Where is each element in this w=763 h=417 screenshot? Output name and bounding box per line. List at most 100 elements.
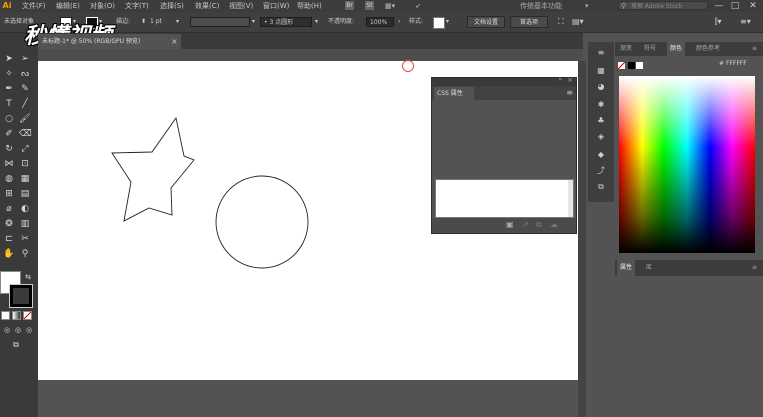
appearance-panel-icon[interactable]: ◈	[594, 130, 608, 144]
vertical-scrollbar[interactable]	[578, 61, 586, 417]
menu-select[interactable]: 选择(S)	[160, 0, 184, 12]
bridge-icon[interactable]: Br	[345, 1, 354, 10]
gpu-performance-icon[interactable]: ➶	[415, 0, 421, 12]
menu-file[interactable]: 文件(F)	[22, 0, 46, 12]
eraser-tool-icon[interactable]: ⌫	[19, 128, 32, 140]
scale-tool-icon[interactable]: ⤢	[19, 143, 31, 155]
column-graph-tool-icon[interactable]: ▥	[19, 218, 31, 230]
menu-view[interactable]: 视图(V)	[229, 0, 253, 12]
swap-fill-stroke-icon[interactable]: ⇆	[22, 271, 34, 283]
none-swatch-icon[interactable]	[618, 62, 625, 69]
profile-chevron-icon[interactable]: ▾	[252, 17, 255, 27]
generate-css-icon[interactable]: ⧉	[536, 220, 542, 230]
circle-shape[interactable]	[215, 175, 309, 269]
lasso-tool-icon[interactable]: ᔓ	[19, 68, 31, 80]
gradient-mode-icon[interactable]	[12, 311, 21, 320]
hand-tool-icon[interactable]: ✋	[3, 248, 15, 260]
css-panel-menu-icon[interactable]: ≡	[566, 87, 573, 99]
perspective-grid-tool-icon[interactable]: ▦	[19, 173, 31, 185]
css-code-area[interactable]	[435, 179, 574, 218]
blend-tool-icon[interactable]: ◐	[19, 203, 31, 215]
close-window-button[interactable]: ✕	[745, 0, 761, 12]
tab-color[interactable]: 颜色	[667, 42, 686, 56]
transform-icon[interactable]: ⛶	[558, 17, 564, 27]
artboards-panel-icon[interactable]: ⧉	[594, 180, 608, 194]
menu-help[interactable]: 帮助(H)	[297, 0, 322, 12]
selection-tool-icon[interactable]: ➤	[3, 53, 15, 65]
close-panel-icon[interactable]: ×	[567, 76, 573, 84]
layers-panel-icon[interactable]: ◆	[594, 148, 608, 162]
brush-definition[interactable]: • 3 点圆形	[260, 17, 312, 27]
tab-color-guide[interactable]: 颜色参考	[693, 42, 723, 56]
stroke-weight-chevron-icon[interactable]: ▾	[176, 17, 179, 27]
graphic-style-swatch[interactable]	[433, 17, 445, 29]
line-tool-icon[interactable]: ╱	[19, 98, 31, 110]
attributes-panel-menu-icon[interactable]: ≡	[749, 260, 760, 276]
none-mode-icon[interactable]	[23, 311, 32, 320]
color-guide-panel-icon[interactable]: ◕	[594, 80, 608, 94]
zoom-tool-icon[interactable]: ⚲	[19, 248, 31, 260]
star-shape[interactable]	[111, 116, 195, 222]
tab-gradient[interactable]: 渐变	[617, 42, 635, 56]
artboard-tool-icon[interactable]: ⊏	[3, 233, 15, 245]
curvature-tool-icon[interactable]: ✎	[19, 83, 31, 95]
color-spectrum[interactable]	[619, 76, 755, 253]
arrange-icon[interactable]: ▤▾	[572, 17, 584, 27]
tab-libraries[interactable]: 库	[643, 260, 655, 276]
mesh-tool-icon[interactable]: ⊞	[3, 188, 15, 200]
stroke-color-box[interactable]	[9, 284, 33, 308]
stock-search-input[interactable]: 搜索 Adobe Stock	[618, 1, 708, 10]
stock-icon[interactable]: St	[365, 1, 374, 10]
variable-width-profile[interactable]	[190, 17, 250, 27]
brushes-panel-icon[interactable]: ✱	[594, 98, 608, 112]
free-transform-tool-icon[interactable]: ⊡	[19, 158, 31, 170]
menu-edit[interactable]: 编辑(E)	[56, 0, 80, 12]
shaper-tool-icon[interactable]: ✐	[3, 128, 15, 140]
color-mode-icon[interactable]	[1, 311, 10, 320]
close-tab-icon[interactable]: ×	[171, 34, 178, 49]
eyedropper-tool-icon[interactable]: ⌀	[3, 203, 15, 215]
align-icon[interactable]: ⫿▾	[715, 17, 722, 27]
shape-builder-tool-icon[interactable]: ◍	[3, 173, 15, 185]
paintbrush-tool-icon[interactable]: 🖌	[19, 113, 31, 125]
panel-menu-icon[interactable]: ≡▾	[740, 17, 751, 27]
screen-mode-icon[interactable]: ⧉	[10, 339, 22, 351]
rotate-tool-icon[interactable]: ↻	[3, 143, 15, 155]
opacity-arrow-icon[interactable]: ›	[398, 17, 400, 27]
document-tab[interactable]: 未标题-1* @ 50% (RGB/GPU 预览) ×	[38, 34, 181, 49]
export-panel-icon[interactable]: ⤴	[594, 164, 608, 178]
document-setup-button[interactable]: 文档设置	[467, 16, 505, 28]
magic-wand-tool-icon[interactable]: ✧	[3, 68, 15, 80]
width-tool-icon[interactable]: ⋈	[3, 158, 15, 170]
minimize-button[interactable]: —	[711, 0, 727, 12]
brush-chevron-icon[interactable]: ▾	[315, 17, 318, 27]
slice-tool-icon[interactable]: ✂	[19, 233, 31, 245]
tab-css-properties[interactable]: CSS 属性	[434, 87, 474, 100]
stroke-weight-value[interactable]: 1 pt	[150, 17, 162, 27]
stroke-stepper-icon[interactable]: ⬍	[141, 17, 146, 27]
strip-menu-icon[interactable]: ≡	[594, 46, 608, 60]
type-tool-icon[interactable]: T	[3, 98, 15, 110]
maximize-button[interactable]: □	[727, 0, 743, 12]
symbol-sprayer-tool-icon[interactable]: ❂	[3, 218, 15, 230]
color-panel-menu-icon[interactable]: ≡	[749, 42, 760, 56]
opacity-input[interactable]: 100%	[366, 17, 394, 27]
style-chevron-icon[interactable]: ▾	[446, 17, 449, 27]
menu-object[interactable]: 对象(O)	[90, 0, 115, 12]
white-swatch[interactable]	[636, 62, 643, 69]
tab-symbols[interactable]: 符号	[641, 42, 659, 56]
tab-attributes[interactable]: 属性	[617, 260, 636, 276]
menu-type[interactable]: 文字(T)	[125, 0, 149, 12]
gradient-tool-icon[interactable]: ▤	[19, 188, 31, 200]
menu-window[interactable]: 窗口(W)	[263, 0, 289, 12]
export-css-icon[interactable]: ▣	[506, 220, 514, 229]
pen-tool-icon[interactable]: ✒	[3, 83, 15, 95]
draw-inside-icon[interactable]: ◎	[23, 324, 35, 336]
css-code-scrollbar[interactable]	[568, 180, 573, 217]
css-panel-header[interactable]: » ×	[432, 76, 576, 86]
swatches-panel-icon[interactable]: ▦	[594, 64, 608, 78]
copy-css-icon[interactable]: ↗	[522, 220, 529, 229]
collapse-panel-icon[interactable]: »	[558, 76, 562, 83]
css-options-icon[interactable]: ☁	[550, 220, 558, 229]
workspace-switcher[interactable]: 传统基本功能	[520, 0, 562, 12]
